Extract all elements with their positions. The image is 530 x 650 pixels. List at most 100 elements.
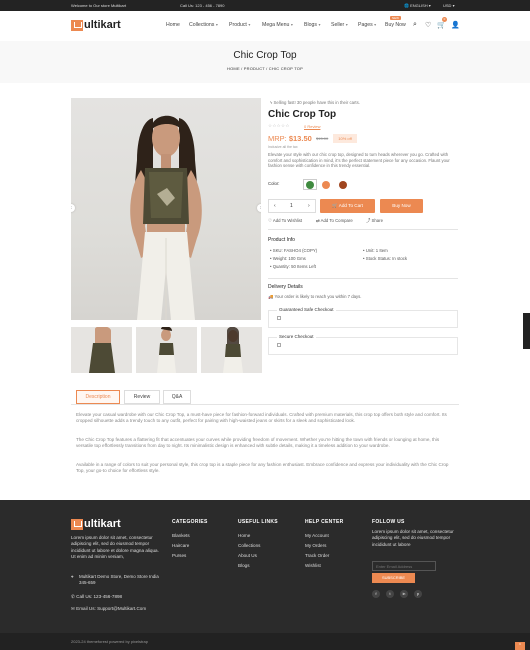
side-floating-tab[interactable] xyxy=(523,313,530,349)
currency-select[interactable]: USD ▾ xyxy=(443,3,455,8)
currency-label: USD xyxy=(443,3,452,8)
search-icon[interactable]: ⌕ xyxy=(413,21,417,29)
logo[interactable]: ultikart xyxy=(71,19,121,31)
footer-help-link[interactable]: Wishlist xyxy=(305,563,321,568)
add-to-wishlist-link[interactable]: ♡ Add To Wishlist xyxy=(268,218,302,224)
tab-description[interactable]: Description xyxy=(76,390,120,404)
footer-logo-text: ultikart xyxy=(84,518,121,530)
footer-follow-text: Lorem ipsum dolor sit amet, consectetur … xyxy=(372,529,454,547)
footer-help-link[interactable]: My Orders xyxy=(305,543,326,548)
language-select[interactable]: 🌐 ENGLISH ▾ xyxy=(404,3,431,8)
nav-seller-label: Seller xyxy=(331,22,345,28)
add-to-cart-button[interactable]: 🛒 Add To Cart xyxy=(320,199,375,213)
color-swatch[interactable] xyxy=(339,181,347,189)
footer-email-text: Email Us: Support@Multikart.Com xyxy=(76,606,147,611)
product-thumbnail[interactable] xyxy=(71,327,132,373)
add-to-cart-label: Add To Cart xyxy=(338,203,363,208)
color-swatch[interactable] xyxy=(306,181,314,189)
chevron-down-icon: ▾ xyxy=(345,22,348,27)
heart-icon[interactable]: ♡ xyxy=(425,21,431,29)
footer-useful-link[interactable]: About Us xyxy=(238,553,257,558)
footer-useful-link[interactable]: Home xyxy=(238,533,250,538)
newsletter-email-input[interactable] xyxy=(372,561,436,571)
product-main-image[interactable]: ‹ › xyxy=(71,98,261,320)
nav-home[interactable]: Home xyxy=(166,22,180,28)
logo-text: ultikart xyxy=(84,19,121,31)
thumbnail-image xyxy=(89,327,115,373)
nav-pages[interactable]: Pages ▾ xyxy=(358,22,376,28)
quantity-stepper[interactable]: ‹ 1 › xyxy=(268,199,316,213)
description-paragraph: Elevate your casual wardrobe with our Ch… xyxy=(76,412,447,423)
quantity-value[interactable]: 1 xyxy=(290,203,293,209)
copyright-bar: 2023-24 themeforest powered by pixelstra… xyxy=(0,633,530,650)
product-title: Chic Crop Top xyxy=(268,109,337,120)
nav-collections-label: Collections xyxy=(189,22,215,28)
mail-icon: ✉ xyxy=(71,606,75,611)
user-icon[interactable]: 👤 xyxy=(451,21,460,29)
info-unit-text: Unit: 1 Item xyxy=(365,248,388,253)
footer-category-link[interactable]: Haircare xyxy=(172,543,189,548)
increase-button[interactable]: › xyxy=(308,203,310,209)
description-paragraph: Available in a range of colors to suit y… xyxy=(76,462,449,473)
decrease-button[interactable]: ‹ xyxy=(274,203,276,209)
nav-product[interactable]: Product ▾ xyxy=(229,22,250,28)
footer-useful-link[interactable]: Collections xyxy=(238,543,260,548)
twitter-icon[interactable]: t xyxy=(386,590,394,598)
nav-buy-now[interactable]: Buy Now xyxy=(385,22,406,28)
info-stock-text: Stock Status: In stock xyxy=(365,256,408,261)
add-to-compare-link[interactable]: ⇄ Add To Compare xyxy=(316,218,353,224)
add-to-wishlist-label: Add To Wishlist xyxy=(272,218,303,223)
footer-help-link[interactable]: Track Order xyxy=(305,553,329,558)
guaranteed-checkout-title: Guaranteed Safe Checkout xyxy=(277,307,336,312)
instagram-icon[interactable]: in xyxy=(400,590,408,598)
footer-category-link[interactable]: Blankets xyxy=(172,533,190,538)
secure-checkout-box xyxy=(268,337,458,355)
footer-logo[interactable]: ultikart xyxy=(71,518,121,530)
review-link[interactable]: 0 Review xyxy=(304,124,320,129)
nav-seller[interactable]: Seller ▾ xyxy=(331,22,348,28)
cart-icon: 🛒 xyxy=(332,203,338,208)
tab-review[interactable]: Review xyxy=(124,390,160,404)
guaranteed-checkout-box xyxy=(268,310,458,328)
footer-category-link[interactable]: Purses xyxy=(172,553,186,558)
phone-icon: ✆ xyxy=(71,594,75,599)
product-thumbnail[interactable] xyxy=(136,327,197,373)
footer-useful-link[interactable]: Blogs xyxy=(238,563,250,568)
add-to-compare-label: Add To Compare xyxy=(320,218,353,223)
chevron-down-icon: ▾ xyxy=(248,22,251,27)
nav-blogs[interactable]: Blogs ▾ xyxy=(304,22,320,28)
footer-about: Lorem ipsum dolor sit amet, consectetur … xyxy=(71,535,159,559)
chevron-down-icon: ▾ xyxy=(290,22,293,27)
footer-categories-title: CATEGORIES xyxy=(172,519,208,525)
footer-help-link[interactable]: My Account xyxy=(305,533,329,538)
next-image-arrow[interactable]: › xyxy=(257,204,261,212)
back-to-top-button[interactable]: ⌃ xyxy=(515,642,525,650)
nav-collections[interactable]: Collections ▾ xyxy=(189,22,218,28)
nav-mega-menu[interactable]: Mega Menu ▾ xyxy=(262,22,293,28)
cart-icon[interactable]: 🛒 xyxy=(437,21,446,29)
pinterest-icon[interactable]: p xyxy=(414,590,422,598)
new-badge: NEW xyxy=(390,16,401,20)
info-stock: • Stock Status: In stock xyxy=(363,256,408,261)
nav-mega-menu-label: Mega Menu xyxy=(262,22,290,28)
nav-pages-label: Pages xyxy=(358,22,373,28)
footer-email: ✉ Email Us: Support@Multikart.Com xyxy=(71,606,146,612)
color-swatch[interactable] xyxy=(322,181,330,189)
tab-divider xyxy=(71,404,459,405)
subscribe-button[interactable]: SUBSCRIBE xyxy=(372,573,415,583)
buy-now-button[interactable]: Buy Now xyxy=(380,199,423,213)
footer-address-text: Multikart Demo Store, Demo Store India 3… xyxy=(79,574,159,585)
info-weight: • Weight: 100 Gms xyxy=(270,256,306,261)
welcome-text: Welcome to Our store Multikart xyxy=(71,3,127,8)
share-link[interactable]: ⤴ Share xyxy=(366,218,383,224)
header: ultikart Home Collections ▾ Product ▾ Me… xyxy=(0,11,530,41)
selling-fast-notice: ϟ Selling fast! 30 people have this in t… xyxy=(270,100,360,105)
mrp-label: MRP: xyxy=(268,134,287,143)
footer-links-title: USEFUL LINKS xyxy=(238,519,278,525)
location-icon: ⌖ xyxy=(71,574,74,579)
tab-qa[interactable]: Q&A xyxy=(163,390,191,404)
compare-icon: ⇄ xyxy=(316,218,320,223)
product-thumbnail[interactable] xyxy=(201,327,262,373)
tax-note: Inclusive all the tax xyxy=(268,145,298,149)
facebook-icon[interactable]: f xyxy=(372,590,380,598)
